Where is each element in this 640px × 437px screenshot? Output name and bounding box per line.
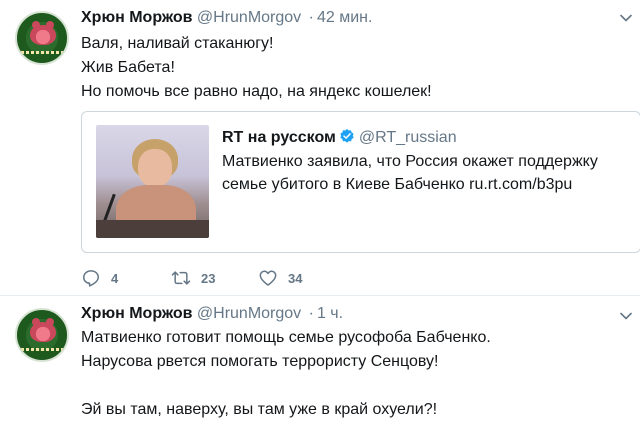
reply-icon: [83, 270, 99, 287]
tweet-header: Хрюн Моржов @HrunMorgov · 1 ч.: [81, 305, 343, 323]
tweet-actions: 4 23 34: [81, 267, 401, 289]
tweet-text: Валя, наливай стаканюгу! Жив Бабета! Но …: [81, 32, 432, 104]
retweet-icon: [171, 271, 191, 285]
tweet-text-line: Матвиенко готовит помощь семье русофоба …: [81, 329, 491, 346]
like-icon: [259, 270, 277, 286]
tweet-timestamp[interactable]: 42 мин.: [317, 9, 372, 26]
card-header: RT на русском @RT_russian: [222, 128, 457, 147]
reply-count: 4: [111, 270, 119, 286]
card-text: Матвиенко заявила, что Россия окажет под…: [222, 150, 598, 196]
tweet-text-blank-line: [81, 374, 491, 398]
tweet[interactable]: Хрюн Моржов @HrunMorgov · 42 мин. Валя, н…: [0, 0, 640, 296]
avatar[interactable]: [15, 308, 69, 362]
author-handle[interactable]: @HrunMorgov: [197, 9, 301, 26]
author-handle[interactable]: @HrunMorgov: [197, 305, 301, 322]
tweet-header: Хрюн Моржов @HrunMorgov · 42 мин.: [81, 9, 372, 27]
pig-logo-icon: [30, 21, 56, 45]
tweet-text-line: Но помочь все равно надо, на яндекс коше…: [81, 83, 432, 100]
card-thumbnail: [96, 125, 209, 238]
avatar[interactable]: [15, 11, 69, 65]
separator-dot: ·: [308, 9, 314, 26]
chevron-down-icon[interactable]: [620, 12, 632, 24]
tweet-text-line: Жив Бабета!: [81, 59, 175, 76]
like-button[interactable]: 34: [258, 267, 302, 289]
retweet-button[interactable]: 23: [171, 267, 215, 289]
separator-dot: ·: [308, 305, 314, 322]
reply-button[interactable]: 4: [81, 267, 118, 289]
verified-badge-icon: [340, 129, 354, 143]
retweet-count: 23: [201, 270, 216, 286]
pig-logo-icon: [30, 318, 56, 342]
tweet-text-line: Нарусова рвется помогать террористу Сенц…: [81, 353, 439, 370]
card-text-line: Матвиенко заявила, что Россия окажет под…: [222, 153, 598, 170]
author-name[interactable]: Хрюн Моржов: [81, 305, 192, 322]
tweet-text: Матвиенко готовит помощь семье русофоба …: [81, 326, 491, 422]
tweet-text-line: Эй вы там, наверху, вы там уже в край ох…: [81, 401, 438, 418]
quoted-tweet-card[interactable]: RT на русском @RT_russian Матвиенко заяв…: [81, 111, 640, 253]
author-name[interactable]: Хрюн Моржов: [81, 9, 192, 26]
like-count: 34: [288, 270, 303, 286]
tweet[interactable]: Хрюн Моржов @HrunMorgov · 1 ч. Матвиенко …: [0, 296, 640, 437]
chevron-down-icon[interactable]: [620, 310, 632, 322]
tweet-timestamp[interactable]: 1 ч.: [317, 305, 343, 322]
card-author-name: RT на русском: [222, 129, 336, 146]
card-text-line: семье убитого в Киеве Бабченко ru.rt.com…: [222, 176, 573, 193]
tweet-text-line: Валя, наливай стаканюгу!: [81, 35, 274, 52]
card-author-handle: @RT_russian: [358, 129, 457, 146]
